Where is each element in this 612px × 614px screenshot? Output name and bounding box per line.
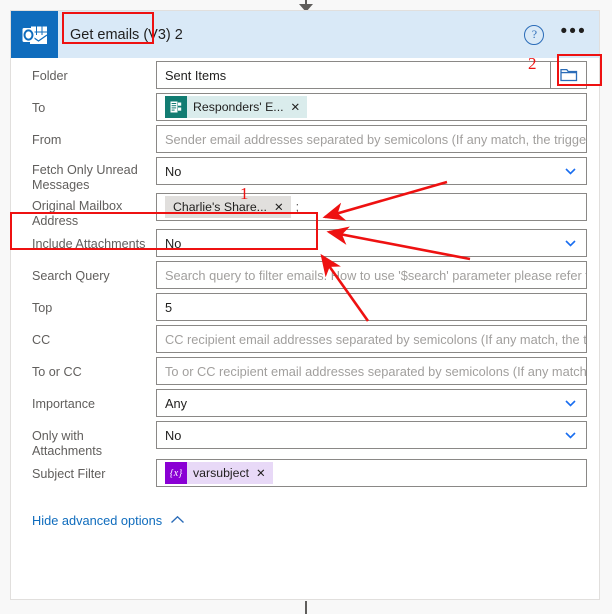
folder-input[interactable]: Sent Items bbox=[156, 61, 551, 89]
field-label-subject-filter: Subject Filter bbox=[32, 467, 106, 481]
field-label-from: From bbox=[32, 133, 62, 147]
forms-icon bbox=[165, 96, 187, 118]
token-remove-icon[interactable]: ✕ bbox=[291, 100, 308, 114]
field-row-folder: Folder Sent Items bbox=[11, 61, 599, 93]
field-row-fetch-only-unread: Fetch Only Unread Messages No bbox=[11, 157, 599, 193]
field-row-include-attachments: Include Attachments No bbox=[11, 229, 599, 261]
to-input[interactable]: Responders' E... ✕ bbox=[156, 93, 587, 121]
variable-icon: {x} bbox=[165, 462, 187, 484]
field-row-importance: Importance Any bbox=[11, 389, 599, 421]
help-icon[interactable]: ? bbox=[524, 24, 545, 45]
trailing-separator: ; bbox=[295, 200, 300, 214]
page-title: Get emails (V3) 2 bbox=[70, 26, 183, 43]
token-varsubject[interactable]: {x} varsubject ✕ bbox=[165, 462, 273, 484]
only-with-attachments-dropdown[interactable]: No bbox=[156, 421, 587, 449]
card-body: Folder Sent Items To Responders' E... ✕ … bbox=[11, 58, 599, 528]
from-input[interactable]: Sender email addresses separated by semi… bbox=[156, 125, 587, 153]
field-label-original-mailbox-address: Original Mailbox Address bbox=[32, 199, 123, 228]
field-row-original-mailbox-address: Original Mailbox Address Charlie's Share… bbox=[11, 193, 599, 229]
field-label-top: Top bbox=[32, 301, 53, 315]
field-label-cc: CC bbox=[32, 333, 51, 347]
field-row-from: From Sender email addresses separated by… bbox=[11, 125, 599, 157]
token-remove-icon[interactable]: ✕ bbox=[256, 466, 273, 480]
field-row-subject-filter: Subject Filter {x} varsubject ✕ bbox=[11, 459, 599, 491]
hide-advanced-options-link[interactable]: Hide advanced options bbox=[11, 491, 599, 528]
hide-advanced-options-label: Hide advanced options bbox=[32, 513, 163, 528]
field-label-to-or-cc: To or CC bbox=[32, 365, 82, 379]
dropdown-value: No bbox=[165, 163, 182, 179]
cc-input[interactable]: CC recipient email addresses separated b… bbox=[156, 325, 587, 353]
search-query-input[interactable]: Search query to filter emails. How to us… bbox=[156, 261, 587, 289]
field-label-importance: Importance bbox=[32, 397, 95, 411]
include-attachments-dropdown[interactable]: No bbox=[156, 229, 587, 257]
get-emails-action-card: Get emails (V3) 2 ? ••• Folder Sent Item… bbox=[10, 10, 600, 600]
field-label-include-attachments: Include Attachments bbox=[32, 237, 146, 251]
original-mailbox-address-input[interactable]: Charlie's Share... ✕ ; bbox=[156, 193, 587, 221]
folder-icon bbox=[559, 68, 577, 82]
token-label: Charlie's Share... bbox=[173, 200, 267, 214]
ellipsis-icon[interactable]: ••• bbox=[560, 22, 587, 43]
chevron-down-icon bbox=[564, 397, 577, 410]
top-input[interactable]: 5 bbox=[156, 293, 587, 321]
token-label: varsubject bbox=[193, 466, 250, 480]
fetch-only-unread-dropdown[interactable]: No bbox=[156, 157, 587, 185]
chevron-up-icon bbox=[170, 513, 185, 528]
field-label-only-with-attachments: Only with Attachments bbox=[32, 429, 102, 458]
field-label-search-query: Search Query bbox=[32, 269, 110, 283]
chevron-down-icon bbox=[564, 429, 577, 442]
subject-filter-input[interactable]: {x} varsubject ✕ bbox=[156, 459, 587, 487]
token-label: Responders' E... bbox=[193, 100, 284, 114]
field-row-cc: CC CC recipient email addresses separate… bbox=[11, 325, 599, 357]
field-row-to-or-cc: To or CC To or CC recipient email addres… bbox=[11, 357, 599, 389]
outlook-icon bbox=[11, 11, 58, 58]
chevron-down-icon bbox=[564, 165, 577, 178]
chevron-down-icon bbox=[564, 237, 577, 250]
dropdown-value: No bbox=[165, 427, 182, 443]
token-remove-icon[interactable]: ✕ bbox=[274, 200, 291, 214]
token-responders-email[interactable]: Responders' E... ✕ bbox=[165, 96, 308, 118]
field-row-top: Top 5 bbox=[11, 293, 599, 325]
token-charlies-shared-mailbox[interactable]: Charlie's Share... ✕ bbox=[165, 196, 291, 218]
flow-connector-bottom-line bbox=[305, 601, 307, 614]
dropdown-value: No bbox=[165, 235, 182, 251]
folder-picker-button[interactable] bbox=[551, 61, 587, 89]
field-label-to: To bbox=[32, 101, 46, 115]
field-row-to: To Responders' E... ✕ bbox=[11, 93, 599, 125]
importance-dropdown[interactable]: Any bbox=[156, 389, 587, 417]
header-actions: ? ••• bbox=[524, 11, 587, 58]
flow-action-card-screen: Get emails (V3) 2 ? ••• Folder Sent Item… bbox=[0, 0, 612, 614]
dropdown-value: Any bbox=[165, 395, 188, 411]
field-row-search-query: Search Query Search query to filter emai… bbox=[11, 261, 599, 293]
field-label-fetch-only-unread: Fetch Only Unread Messages bbox=[32, 163, 138, 192]
to-or-cc-input[interactable]: To or CC recipient email addresses separ… bbox=[156, 357, 587, 385]
field-label-folder: Folder bbox=[32, 69, 68, 83]
field-row-only-with-attachments: Only with Attachments No bbox=[11, 421, 599, 459]
card-header: Get emails (V3) 2 ? ••• bbox=[11, 11, 599, 58]
